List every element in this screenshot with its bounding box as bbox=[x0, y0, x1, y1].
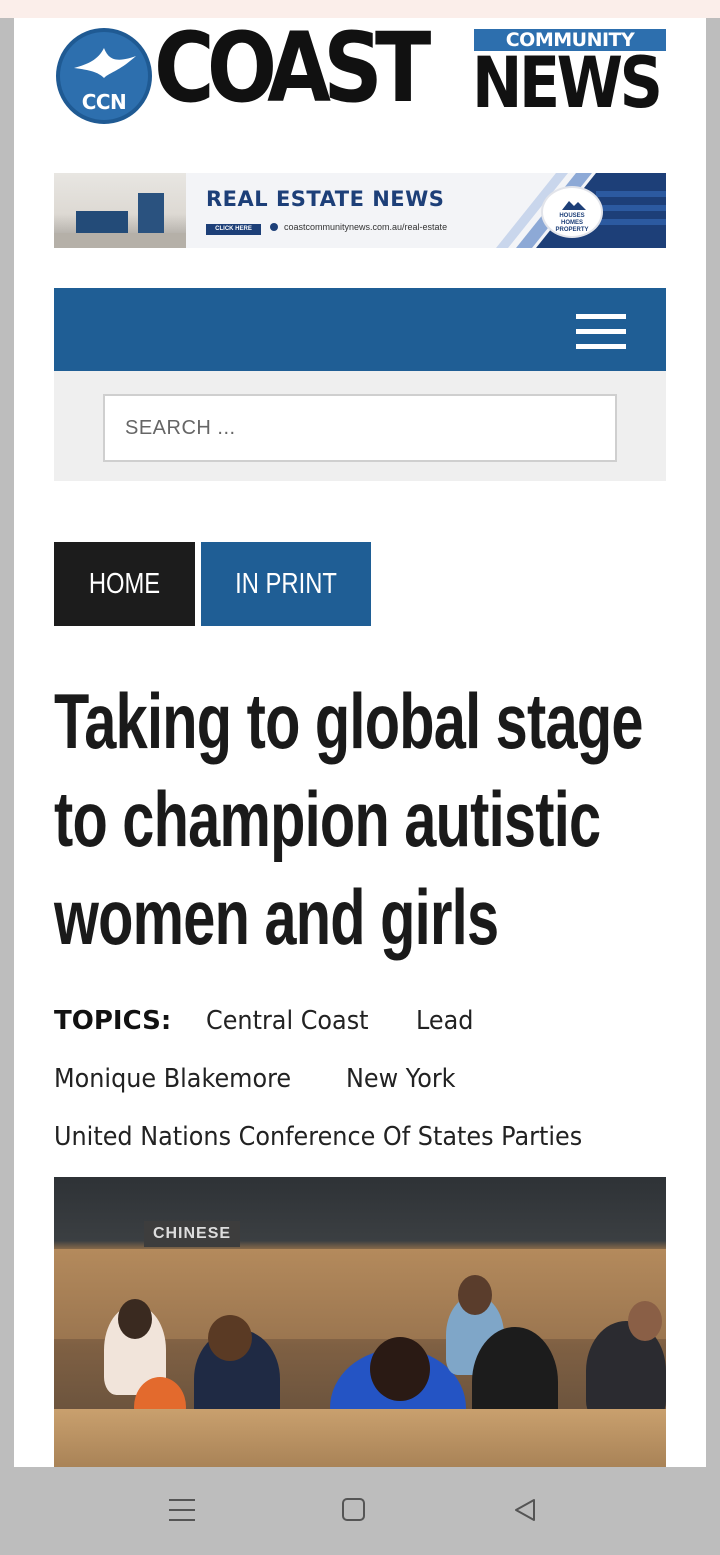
topic-link-new-york[interactable]: New York bbox=[346, 1064, 456, 1094]
back-icon[interactable] bbox=[512, 1497, 538, 1523]
breadcrumb-in-print-button[interactable]: IN PRINT bbox=[201, 542, 371, 626]
logo-word-coast: COAST bbox=[154, 18, 431, 124]
logo-badge: CCN bbox=[56, 28, 152, 124]
topic-link-united-nations-conference[interactable]: United Nations Conference Of States Part… bbox=[54, 1122, 582, 1152]
status-strip bbox=[0, 0, 720, 18]
photo-sign: CHINESE bbox=[144, 1221, 240, 1247]
article-hero-image: CHINESE bbox=[54, 1177, 666, 1467]
hamburger-menu-icon[interactable] bbox=[576, 314, 626, 350]
banner-title: REAL ESTATE NEWS bbox=[206, 187, 445, 211]
recents-icon[interactable] bbox=[169, 1499, 195, 1521]
logo-word-news: NEWS bbox=[472, 42, 663, 124]
breadcrumb: HOME IN PRINT bbox=[54, 542, 371, 626]
page: CCN COAST COMMUNITY NEWS REAL ESTATE NEW… bbox=[14, 18, 706, 1467]
main-navbar bbox=[54, 288, 666, 371]
search-input[interactable] bbox=[103, 394, 617, 462]
banner-click-button[interactable]: CLICK HERE bbox=[206, 224, 261, 235]
topics-label: TOPICS: bbox=[54, 1006, 172, 1036]
home-icon[interactable] bbox=[342, 1498, 365, 1521]
logo-badge-text: CCN bbox=[81, 90, 127, 114]
topic-link-lead[interactable]: Lead bbox=[416, 1006, 473, 1036]
topics-list: TOPICS: Central Coast Lead Monique Blake… bbox=[54, 1006, 674, 1180]
breadcrumb-home-button[interactable]: HOME bbox=[54, 542, 195, 626]
article-title: Taking to global stage to champion autis… bbox=[54, 677, 644, 961]
banner-kitchen-image bbox=[54, 173, 186, 248]
topic-link-central-coast[interactable]: Central Coast bbox=[206, 1006, 369, 1036]
banner-url: coastcommunitynews.com.au/real-estate bbox=[270, 222, 447, 232]
system-navigation-bar bbox=[0, 1467, 720, 1555]
real-estate-banner-ad[interactable]: REAL ESTATE NEWS CLICK HERE coastcommuni… bbox=[54, 173, 666, 248]
topic-link-monique-blakemore[interactable]: Monique Blakemore bbox=[54, 1064, 291, 1094]
search-panel bbox=[54, 371, 666, 481]
site-logo[interactable]: CCN COAST COMMUNITY NEWS bbox=[54, 20, 666, 128]
banner-property-badge: HOUSES HOMES PROPERTY bbox=[541, 186, 603, 238]
house-icon bbox=[562, 201, 586, 210]
seagull-icon bbox=[74, 48, 136, 78]
